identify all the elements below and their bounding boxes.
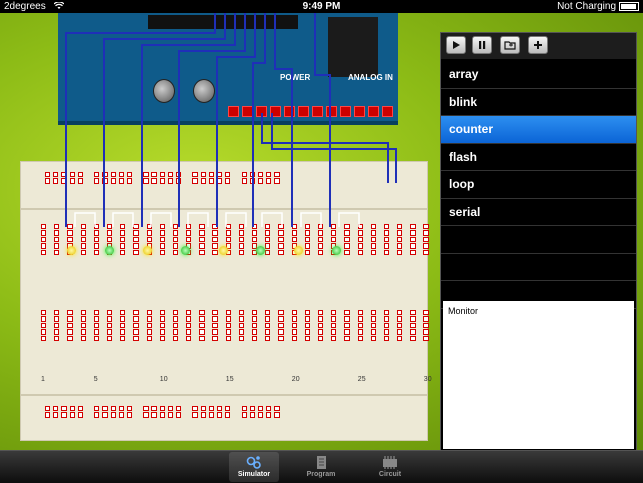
- play-button[interactable]: [446, 36, 466, 54]
- pause-button[interactable]: [472, 36, 492, 54]
- led-yellow: [219, 246, 228, 255]
- program-item-counter[interactable]: counter: [441, 116, 636, 144]
- wire-layer: [65, 13, 397, 227]
- program-item-loop[interactable]: loop: [441, 171, 636, 199]
- program-item-array[interactable]: array: [441, 61, 636, 89]
- led-green: [181, 246, 190, 255]
- monitor-label: Monitor: [448, 306, 479, 316]
- tab-bar: Simulator Program Circuit: [0, 450, 643, 483]
- program-item-empty: [441, 254, 636, 281]
- serial-monitor: Monitor: [443, 301, 634, 449]
- program-list: array blink counter flash loop serial: [441, 61, 636, 309]
- program-item-blink[interactable]: blink: [441, 89, 636, 116]
- circuit-icon: [383, 456, 397, 469]
- battery-icon: [619, 1, 639, 11]
- program-item-serial[interactable]: serial: [441, 199, 636, 226]
- open-button[interactable]: [500, 36, 520, 54]
- led-green: [256, 246, 265, 255]
- simulator-stage: POWER ANALOG IN 1 5 10 15 20 25 30 array…: [0, 13, 643, 450]
- open-icon: [504, 41, 516, 50]
- clock: 9:49 PM: [302, 1, 341, 12]
- led-yellow: [143, 246, 152, 255]
- tab-program[interactable]: Program: [296, 452, 346, 482]
- pause-icon: [479, 41, 486, 49]
- led-yellow: [67, 246, 76, 255]
- led-green: [332, 246, 341, 255]
- jumper-wires: [65, 13, 397, 227]
- program-item-empty: [441, 226, 636, 254]
- play-icon: [453, 41, 460, 49]
- program-panel: array blink counter flash loop serial Monitor: [440, 32, 637, 450]
- add-button[interactable]: [528, 36, 548, 54]
- simulator-icon: [246, 456, 261, 469]
- tab-simulator[interactable]: Simulator: [229, 452, 279, 482]
- led-yellow: [294, 246, 303, 255]
- add-icon: [534, 41, 542, 49]
- panel-toolbar: [441, 33, 636, 59]
- program-item-flash[interactable]: flash: [441, 144, 636, 171]
- tab-circuit[interactable]: Circuit: [365, 452, 415, 482]
- program-icon: [317, 456, 326, 469]
- led-green: [105, 246, 114, 255]
- status-bar: 2degrees 9:49 PM Not Charging: [0, 0, 643, 13]
- charging-status: Not Charging: [557, 1, 616, 12]
